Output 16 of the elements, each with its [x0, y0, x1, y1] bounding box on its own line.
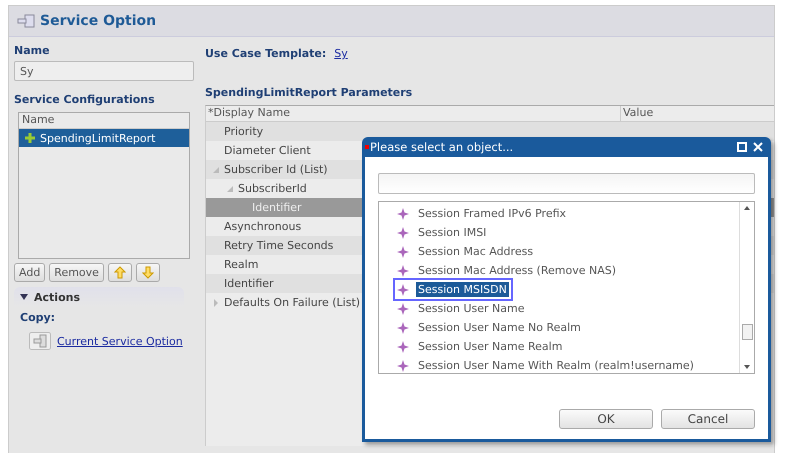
parameter-name: Identifier [224, 277, 274, 290]
service-configurations-heading: Service Configurations [14, 93, 156, 106]
use-case-template-label: Use Case Template: [205, 47, 326, 60]
parameter-name: Defaults On Failure (List) [224, 296, 360, 309]
parameter-name: SubscriberId [238, 182, 307, 195]
panel-title: Service Option [40, 13, 156, 29]
parameters-heading: SpendingLimitReport Parameters [205, 86, 414, 99]
column-header: *Display Name [206, 106, 621, 121]
copy-label: Copy: [20, 311, 56, 324]
dialog-title: Please select an object... [370, 140, 514, 154]
name-label: Name [14, 44, 51, 57]
column-header: Value [622, 106, 654, 121]
parameter-name: Retry Time Seconds [224, 239, 334, 252]
parameter-name: Identifier [252, 201, 302, 214]
parameter-name: Priority [224, 125, 264, 138]
parameter-name: Subscriber Id (List) [224, 163, 328, 176]
